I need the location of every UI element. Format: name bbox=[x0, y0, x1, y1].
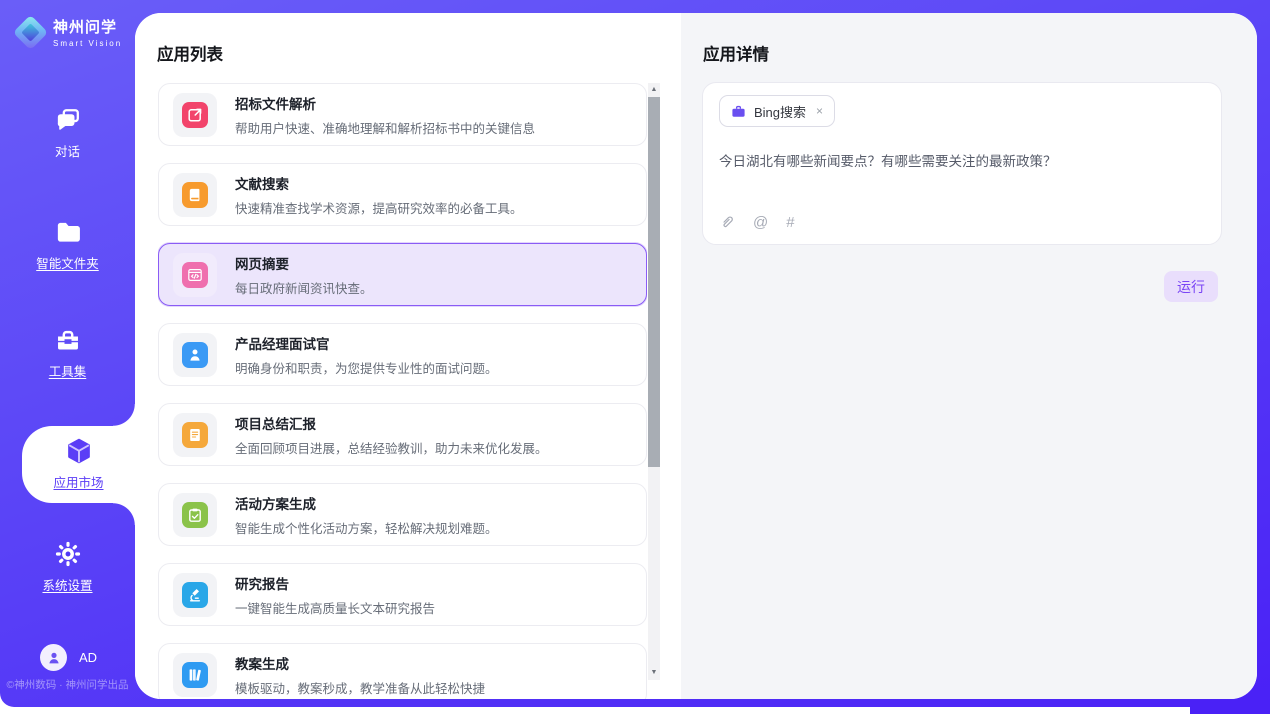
sidebar-item-toolset[interactable]: 工具集 bbox=[0, 326, 135, 380]
app-card-text: 网页摘要 每日政府新闻资讯快查。 bbox=[235, 253, 373, 297]
app-card-title: 教案生成 bbox=[235, 653, 485, 673]
app-cards: 招标文件解析 帮助用户快速、准确地理解和解析招标书中的关键信息 文献搜索 快速精… bbox=[158, 83, 647, 699]
attach-icon[interactable] bbox=[720, 215, 735, 230]
mention-icon[interactable]: @ bbox=[753, 214, 768, 231]
prompt-card: Bing搜索 × 今日湖北有哪些新闻要点？有哪些需要关注的最新政策？ @ # bbox=[702, 82, 1222, 245]
sidebar-item-label: 系统设置 bbox=[42, 575, 92, 594]
chip-close-icon[interactable]: × bbox=[816, 104, 823, 118]
tool-chip-label: Bing搜索 bbox=[754, 102, 806, 121]
interviewer-icon bbox=[182, 342, 208, 368]
app-card-bid-analysis[interactable]: 招标文件解析 帮助用户快速、准确地理解和解析招标书中的关键信息 bbox=[158, 83, 647, 146]
content-shell: 应用列表 招标文件解析 帮助用户快速、准确地理解和解析招标书中的关键信息 bbox=[135, 13, 1257, 699]
books-icon bbox=[182, 662, 208, 688]
book-icon bbox=[182, 182, 208, 208]
microscope-icon bbox=[182, 582, 208, 608]
sidebar-footer: ©神州数码 · 神州问学出品 bbox=[0, 677, 135, 692]
sidebar-item-smart-folder[interactable]: 智能文件夹 bbox=[0, 218, 135, 272]
app-card-title: 活动方案生成 bbox=[235, 493, 498, 513]
app-card-title: 产品经理面试官 bbox=[235, 333, 498, 353]
sidebar-item-settings[interactable]: 系统设置 bbox=[0, 540, 135, 594]
app-card-description: 全面回顾项目进展，总结经验教训，助力未来优化发展。 bbox=[235, 438, 548, 457]
chat-icon bbox=[54, 106, 82, 134]
app-card-title: 项目总结汇报 bbox=[235, 413, 548, 433]
scroll-up-button[interactable]: ▲ bbox=[648, 83, 660, 97]
app-card-text: 教案生成 模板驱动，教案秒成，教学准备从此轻松快捷 bbox=[235, 653, 485, 697]
scrollbar[interactable]: ▲ ▼ bbox=[648, 83, 660, 680]
edit-square-icon bbox=[182, 102, 208, 128]
sidebar-item-app-market[interactable]: 应用市场 bbox=[22, 426, 135, 503]
app-card-project-summary[interactable]: 项目总结汇报 全面回顾项目进展，总结经验教训，助力未来优化发展。 bbox=[158, 403, 647, 466]
app-icon-wrap bbox=[173, 333, 217, 377]
app-icon-wrap bbox=[173, 253, 217, 297]
brand-name: 神州问学 bbox=[53, 16, 122, 37]
cube-icon bbox=[65, 437, 93, 465]
app-card-description: 明确身份和职责，为您提供专业性的面试问题。 bbox=[235, 358, 498, 377]
folder-icon bbox=[54, 218, 82, 246]
brand-logo: 神州问学 Smart Vision bbox=[18, 16, 122, 48]
app-icon-wrap bbox=[173, 173, 217, 217]
scroll-down-button[interactable]: ▼ bbox=[648, 666, 660, 680]
sidebar-item-label: 工具集 bbox=[49, 361, 87, 380]
diamond-logo-icon bbox=[13, 14, 48, 49]
app-card-lesson-plan[interactable]: 教案生成 模板驱动，教案秒成，教学准备从此轻松快捷 bbox=[158, 643, 647, 699]
app-icon-wrap bbox=[173, 653, 217, 697]
app-list-panel: 应用列表 招标文件解析 帮助用户快速、准确地理解和解析招标书中的关键信息 bbox=[135, 13, 681, 699]
app-icon-wrap bbox=[173, 93, 217, 137]
toolbox-icon bbox=[54, 326, 82, 354]
app-card-description: 模板驱动，教案秒成，教学准备从此轻松快捷 bbox=[235, 678, 485, 697]
run-button[interactable]: 运行 bbox=[1164, 271, 1218, 302]
web-code-icon bbox=[182, 262, 208, 288]
sidebar-item-label: 应用市场 bbox=[53, 472, 103, 491]
app-card-research-report[interactable]: 研究报告 一键智能生成高质量长文本研究报告 bbox=[158, 563, 647, 626]
avatar bbox=[40, 644, 67, 671]
app-card-pm-interviewer[interactable]: 产品经理面试官 明确身份和职责，为您提供专业性的面试问题。 bbox=[158, 323, 647, 386]
app-card-title: 文献搜索 bbox=[235, 173, 523, 193]
app-list-title: 应用列表 bbox=[157, 41, 223, 65]
brand-text: 神州问学 Smart Vision bbox=[53, 16, 122, 48]
user-account[interactable]: AD bbox=[40, 644, 97, 671]
prompt-input[interactable]: 今日湖北有哪些新闻要点？有哪些需要关注的最新政策？ bbox=[719, 153, 1205, 172]
app-icon-wrap bbox=[173, 573, 217, 617]
app-card-description: 每日政府新闻资讯快查。 bbox=[235, 278, 373, 297]
app-card-text: 活动方案生成 智能生成个性化活动方案，轻松解决规划难题。 bbox=[235, 493, 498, 537]
sidebar-item-chat[interactable]: 对话 bbox=[0, 106, 135, 160]
tool-chip-bing-search[interactable]: Bing搜索 × bbox=[719, 95, 835, 127]
app-icon-wrap bbox=[173, 413, 217, 457]
app-card-description: 一键智能生成高质量长文本研究报告 bbox=[235, 598, 435, 617]
app-icon-wrap bbox=[173, 493, 217, 537]
clipboard-check-icon bbox=[182, 502, 208, 528]
frame-corner bbox=[1190, 700, 1270, 714]
gear-icon bbox=[54, 540, 82, 568]
briefcase-icon bbox=[731, 104, 746, 119]
app-detail-title: 应用详情 bbox=[703, 41, 769, 65]
app-card-text: 产品经理面试官 明确身份和职责，为您提供专业性的面试问题。 bbox=[235, 333, 498, 377]
sidebar: 神州问学 Smart Vision 对话 智能文件夹 工具集 应用市场 bbox=[0, 0, 135, 707]
sidebar-item-label: 智能文件夹 bbox=[36, 253, 99, 272]
brand-subtitle: Smart Vision bbox=[53, 39, 122, 48]
app-card-text: 项目总结汇报 全面回顾项目进展，总结经验教训，助力未来优化发展。 bbox=[235, 413, 548, 457]
app-card-title: 网页摘要 bbox=[235, 253, 373, 273]
app-card-description: 快速精准查找学术资源，提高研究效率的必备工具。 bbox=[235, 198, 523, 217]
app-card-title: 招标文件解析 bbox=[235, 93, 535, 113]
app-card-title: 研究报告 bbox=[235, 573, 435, 593]
user-initials: AD bbox=[79, 650, 97, 665]
app-card-text: 招标文件解析 帮助用户快速、准确地理解和解析招标书中的关键信息 bbox=[235, 93, 535, 137]
sidebar-item-label: 对话 bbox=[55, 141, 80, 160]
scroll-thumb[interactable] bbox=[648, 97, 660, 467]
hash-icon[interactable]: # bbox=[786, 214, 794, 231]
person-icon bbox=[46, 650, 62, 666]
app-card-event-plan[interactable]: 活动方案生成 智能生成个性化活动方案，轻松解决规划难题。 bbox=[158, 483, 647, 546]
memo-icon bbox=[182, 422, 208, 448]
app-card-description: 帮助用户快速、准确地理解和解析招标书中的关键信息 bbox=[235, 118, 535, 137]
app-card-literature-search[interactable]: 文献搜索 快速精准查找学术资源，提高研究效率的必备工具。 bbox=[158, 163, 647, 226]
prompt-toolbar: @ # bbox=[720, 214, 795, 231]
app-detail-panel: 应用详情 Bing搜索 × 今日湖北有哪些新闻要点？有哪些需要关注的最新政策？ … bbox=[681, 13, 1257, 699]
app-card-text: 研究报告 一键智能生成高质量长文本研究报告 bbox=[235, 573, 435, 617]
app-card-text: 文献搜索 快速精准查找学术资源，提高研究效率的必备工具。 bbox=[235, 173, 523, 217]
app-card-description: 智能生成个性化活动方案，轻松解决规划难题。 bbox=[235, 518, 498, 537]
app-card-web-summary[interactable]: 网页摘要 每日政府新闻资讯快查。 bbox=[158, 243, 647, 306]
